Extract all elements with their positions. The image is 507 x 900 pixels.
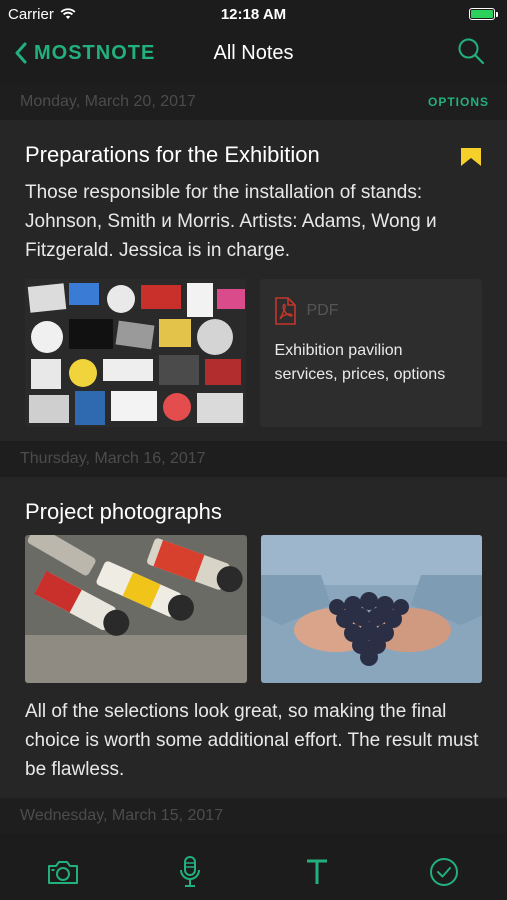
date-label: Thursday, March 16, 2017 [20,450,206,467]
search-button[interactable] [457,37,485,70]
camera-icon [48,861,79,884]
notes-list[interactable]: Monday, March 20, 2017 OPTIONS Preparati… [0,84,507,834]
search-icon [458,38,485,64]
text-note-button[interactable] [287,847,347,897]
note-card[interactable]: Preparations for the Exhibition Those re… [0,120,507,441]
back-label: MOSTNOTE [34,41,156,64]
note-text: All of the selections look great, so mak… [25,701,479,780]
note-title: Project photographs [25,499,222,524]
chevron-left-icon [15,42,27,64]
status-bar: Carrier 12:18 AM [0,0,507,28]
back-button[interactable]: MOSTNOTE [0,42,155,65]
date-header: Monday, March 20, 2017 OPTIONS [0,84,507,120]
date-label: Monday, March 20, 2017 [20,93,196,110]
stickers-photo[interactable] [25,279,247,427]
camera-button[interactable] [33,847,93,897]
grapes-photo[interactable] [260,535,482,683]
pdf-attachment[interactable]: PDF Exhibition pavilion services, prices… [260,279,482,427]
note-title: Preparations for the Exhibition [25,142,320,167]
text-icon [306,859,327,884]
date-label: Wednesday, March 15, 2017 [20,807,224,824]
note-card[interactable]: Project photographs All of the selection… [0,477,507,798]
bottom-toolbar [0,844,507,900]
paint-tubes-photo[interactable] [25,535,247,683]
nav-bar: MOSTNOTE All Notes [0,28,507,78]
pdf-file-icon [275,297,297,325]
options-button[interactable]: OPTIONS [428,95,489,109]
bookmark-icon[interactable] [460,147,482,167]
pdf-description: Exhibition pavilion services, prices, op… [274,342,446,383]
pdf-label: PDF [306,302,339,319]
battery-icon [469,8,498,20]
microphone-button[interactable] [160,847,220,897]
checkmark-circle-icon [429,858,458,886]
checklist-button[interactable] [414,847,474,897]
status-time: 12:18 AM [220,5,287,23]
date-header: Thursday, March 16, 2017 [0,441,507,477]
microphone-icon [180,856,201,887]
date-header: Wednesday, March 15, 2017 [0,798,507,834]
note-text: Those responsible for the installation o… [25,182,437,261]
